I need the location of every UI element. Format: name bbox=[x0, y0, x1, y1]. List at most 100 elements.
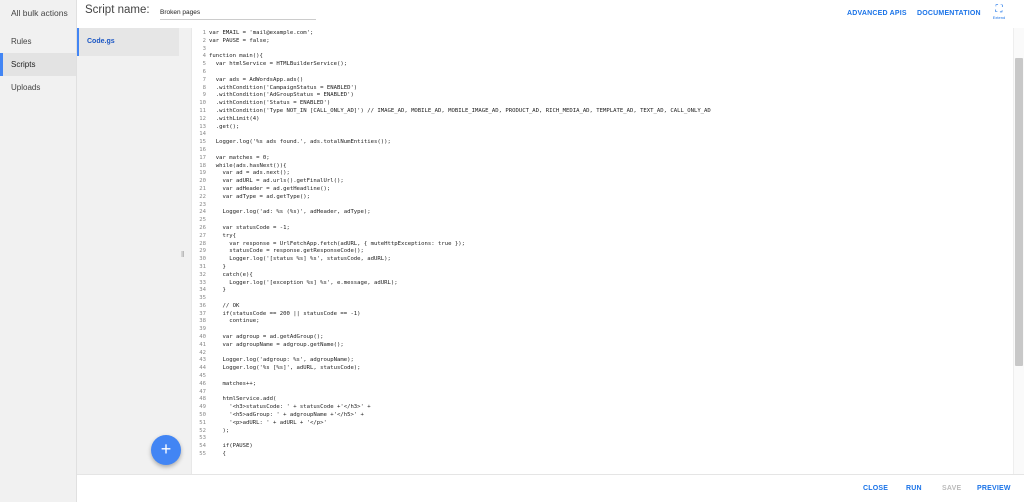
script-name-label: Script name: bbox=[85, 4, 150, 16]
code-line: 8 .withCondition('CampaignStatus = ENABL… bbox=[192, 85, 1015, 93]
code-line: 34 } bbox=[192, 287, 1015, 295]
code-line: 27 try{ bbox=[192, 233, 1015, 241]
code-line: 15 Logger.log('%s ads found.', ads.total… bbox=[192, 139, 1015, 147]
line-number: 16 bbox=[199, 146, 206, 153]
code-line: 51 '<p>adURL: ' + adURL + '</p>' bbox=[192, 420, 1015, 428]
script-header: Script name: ADVANCED APIS DOCUMENTATION… bbox=[77, 0, 1024, 28]
line-number: 26 bbox=[199, 224, 206, 231]
line-number: 38 bbox=[199, 318, 206, 325]
code-text: .withCondition('CampaignStatus = ENABLED… bbox=[209, 84, 358, 91]
line-number: 11 bbox=[199, 107, 206, 114]
documentation-link[interactable]: DOCUMENTATION bbox=[917, 10, 981, 17]
line-number: 22 bbox=[199, 193, 206, 200]
code-editor[interactable]: 1 var EMAIL = 'mail@example.com'; 2 var PAU… bbox=[191, 28, 1015, 474]
code-text: '<p>adURL: ' + adURL + '</p>' bbox=[209, 419, 327, 426]
code-text: catch(e){ bbox=[209, 271, 253, 278]
code-line: 28 var response = UrlFetchApp.fetch(adUR… bbox=[192, 241, 1015, 249]
line-number: 47 bbox=[199, 388, 206, 395]
line-number: 15 bbox=[199, 139, 206, 146]
line-number: 29 bbox=[199, 248, 206, 255]
drag-handle-icon[interactable]: ‖ bbox=[181, 250, 184, 259]
nav-item-scripts[interactable]: Scripts bbox=[0, 53, 76, 76]
code-text: .withCondition('Status = ENABLED') bbox=[209, 100, 331, 107]
add-file-button[interactable]: + bbox=[151, 435, 181, 465]
nav-item-rules[interactable]: Rules bbox=[0, 30, 76, 53]
code-line: 3 bbox=[192, 46, 1015, 54]
code-line: 12 .withLimit(4) bbox=[192, 116, 1015, 124]
code-line: 41 var adgroupName = adgroup.getName(); bbox=[192, 342, 1015, 350]
preview-button[interactable]: PREVIEW bbox=[977, 485, 1011, 492]
line-number: 35 bbox=[199, 295, 206, 302]
code-line: 55 { bbox=[192, 451, 1015, 459]
line-number: 24 bbox=[199, 209, 206, 216]
line-number: 42 bbox=[199, 349, 206, 356]
line-number: 34 bbox=[199, 287, 206, 294]
line-number: 54 bbox=[199, 443, 206, 450]
code-line: 14 bbox=[192, 131, 1015, 139]
line-number: 32 bbox=[199, 271, 206, 278]
close-button[interactable]: CLOSE bbox=[863, 485, 888, 492]
scrollbar-thumb[interactable] bbox=[1015, 58, 1023, 366]
code-line: 18 while(ads.hasNext()){ bbox=[192, 163, 1015, 171]
run-button[interactable]: RUN bbox=[906, 485, 922, 492]
code-line: 25 bbox=[192, 217, 1015, 225]
code-text: Logger.log('adgroup: %s', adgroupName); bbox=[209, 357, 354, 364]
code-line: 13 .get(); bbox=[192, 124, 1015, 132]
line-number: 48 bbox=[199, 396, 206, 403]
fullscreen-icon: ⛶ bbox=[995, 4, 1003, 15]
pane-divider[interactable]: ‖ bbox=[179, 28, 191, 474]
code-line: 9 .withCondition('AdGroupStatus = ENABLE… bbox=[192, 92, 1015, 100]
code-text: var EMAIL = 'mail@example.com'; bbox=[209, 30, 314, 36]
code-line: 2 var PAUSE = false; bbox=[192, 38, 1015, 46]
line-number: 2 bbox=[202, 37, 206, 44]
editor-scrollbar[interactable] bbox=[1013, 28, 1024, 474]
code-text: statusCode = response.getResponseCode(); bbox=[209, 248, 364, 255]
expand-button[interactable]: ⛶ Extend bbox=[990, 4, 1008, 21]
code-line: 24 Logger.log('ad: %s (%s)', adHeader, a… bbox=[192, 209, 1015, 217]
code-line: 10 .withCondition('Status = ENABLED') bbox=[192, 100, 1015, 108]
line-number: 14 bbox=[199, 131, 206, 138]
code-text: .withCondition('AdGroupStatus = ENABLED'… bbox=[209, 92, 354, 99]
save-button: SAVE bbox=[942, 485, 962, 492]
line-number: 7 bbox=[202, 76, 206, 83]
code-text: if(PAUSE) bbox=[209, 443, 253, 450]
code-text: } bbox=[209, 287, 226, 294]
line-number: 37 bbox=[199, 310, 206, 317]
expand-label: Extend bbox=[992, 15, 1006, 20]
line-number: 5 bbox=[202, 61, 206, 68]
line-number: 23 bbox=[199, 201, 206, 208]
line-number: 39 bbox=[199, 326, 206, 333]
code-line: 39 bbox=[192, 326, 1015, 334]
nav-all-bulk-actions[interactable]: All bulk actions bbox=[0, 0, 76, 26]
code-line: 23 bbox=[192, 202, 1015, 210]
code-line: 35 bbox=[192, 295, 1015, 303]
code-text: var adgroup = ad.getAdGroup(); bbox=[209, 334, 324, 341]
code-text: var adURL = ad.urls().getFinalUrl(); bbox=[209, 178, 344, 185]
line-number: 28 bbox=[199, 240, 206, 247]
code-line: 45 bbox=[192, 373, 1015, 381]
code-line: 29 statusCode = response.getResponseCode… bbox=[192, 248, 1015, 256]
code-text: var adType = ad.getType(); bbox=[209, 193, 311, 200]
code-text: try{ bbox=[209, 232, 236, 239]
line-number: 6 bbox=[202, 68, 206, 75]
code-text: matches++; bbox=[209, 380, 257, 387]
script-name-input[interactable] bbox=[160, 5, 316, 20]
file-item-code-gs[interactable]: Code.gs bbox=[77, 28, 179, 56]
line-number: 12 bbox=[199, 115, 206, 122]
advanced-apis-link[interactable]: ADVANCED APIS bbox=[847, 10, 907, 17]
line-number: 30 bbox=[199, 256, 206, 263]
code-line: 11 .withCondition('Type NOT_IN [CALL_ONL… bbox=[192, 108, 1015, 116]
line-number: 13 bbox=[199, 123, 206, 130]
line-number: 45 bbox=[199, 373, 206, 380]
code-text: var htmlService = HTMLBuilderService(); bbox=[209, 61, 348, 68]
line-number: 52 bbox=[199, 427, 206, 434]
nav-item-uploads[interactable]: Uploads bbox=[0, 76, 76, 99]
line-number: 44 bbox=[199, 365, 206, 372]
code-text: var response = UrlFetchApp.fetch(adURL, … bbox=[209, 240, 465, 247]
code-text: var adgroupName = adgroup.getName(); bbox=[209, 341, 344, 348]
line-number: 33 bbox=[199, 279, 206, 286]
line-number: 36 bbox=[199, 302, 206, 309]
code-line: 49 '<h3>statusCode: ' + statusCode +'</h… bbox=[192, 404, 1015, 412]
code-text: if(statusCode == 200 || statusCode == -1… bbox=[209, 310, 361, 317]
code-line: 31 } bbox=[192, 264, 1015, 272]
